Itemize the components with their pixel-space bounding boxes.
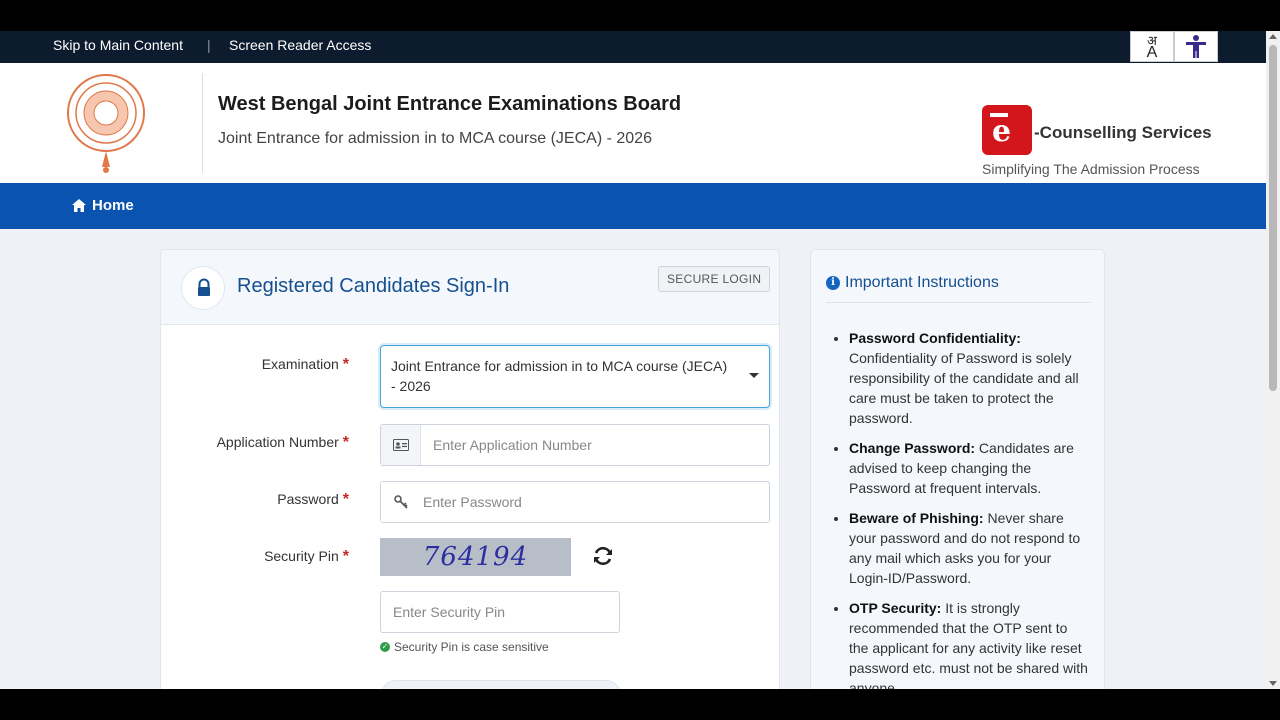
- security-pin-label: Security Pin *: [264, 548, 349, 565]
- page-scrollbar[interactable]: [1266, 31, 1280, 689]
- required-mark: *: [342, 491, 349, 508]
- refresh-captcha-button[interactable]: [589, 542, 617, 570]
- utility-separator: |: [207, 37, 211, 53]
- submit-button[interactable]: [381, 680, 621, 689]
- scroll-up-icon[interactable]: [1269, 34, 1277, 39]
- instruction-item: Password Confidentiality: Confidentialit…: [849, 328, 1089, 428]
- refresh-icon: [594, 546, 612, 566]
- svg-text:e: e: [992, 114, 1011, 149]
- application-number-group: [380, 424, 770, 466]
- password-group: [380, 481, 770, 523]
- header-divider: [202, 73, 203, 173]
- info-icon: i: [826, 276, 840, 290]
- skip-to-main-link[interactable]: Skip to Main Content: [53, 37, 183, 53]
- org-subtitle: Joint Entrance for admission in to MCA c…: [218, 130, 652, 147]
- org-title: West Bengal Joint Entrance Examinations …: [218, 93, 682, 115]
- key-icon: [394, 495, 408, 509]
- signin-title: Registered Candidates Sign-In: [237, 275, 510, 297]
- nav-home-link[interactable]: Home: [72, 197, 134, 214]
- required-mark: *: [342, 434, 349, 451]
- password-label: Password *: [277, 491, 349, 508]
- instructions-list: Password Confidentiality: Confidentialit…: [849, 328, 1089, 689]
- accessibility-button[interactable]: [1174, 31, 1218, 62]
- security-pin-input[interactable]: [380, 591, 620, 633]
- required-mark: *: [342, 548, 349, 565]
- caret-down-icon: [749, 373, 759, 378]
- e-counselling-tagline: Simplifying The Admission Process: [982, 161, 1200, 177]
- main-nav: Home: [0, 183, 1266, 229]
- pin-hint-text: Security Pin is case sensitive: [394, 640, 549, 654]
- scroll-down-icon[interactable]: [1269, 681, 1277, 686]
- application-number-input[interactable]: [421, 425, 769, 465]
- check-circle-icon: ✓: [380, 642, 390, 652]
- nav-home-label: Home: [92, 197, 134, 214]
- lock-badge: [181, 266, 225, 310]
- instructions-header: i Important Instructions: [826, 274, 1091, 303]
- id-card-icon: [392, 439, 409, 451]
- instruction-item: Change Password: Candidates are advised …: [849, 438, 1089, 498]
- instructions-title: Important Instructions: [845, 274, 999, 291]
- utility-bar: Skip to Main Content | Screen Reader Acc…: [0, 31, 1266, 63]
- password-input[interactable]: [421, 482, 769, 522]
- browser-viewport: Skip to Main Content | Screen Reader Acc…: [0, 31, 1280, 689]
- wbjeeb-logo: [67, 74, 145, 173]
- examination-selected-value: Joint Entrance for admission in to MCA c…: [391, 358, 728, 394]
- scroll-thumb[interactable]: [1269, 45, 1277, 391]
- accessibility-icon: [1186, 35, 1206, 58]
- home-icon: [72, 199, 86, 212]
- e-counselling-title: -Counselling Services: [1034, 123, 1212, 142]
- application-number-label: Application Number *: [216, 434, 349, 451]
- language-toggle-button[interactable]: अ A: [1130, 31, 1174, 62]
- bottom-frame: [0, 689, 1280, 720]
- e-counselling-logo: e: [982, 105, 1032, 155]
- examination-label: Examination *: [261, 356, 349, 373]
- signin-card-header: Registered Candidates Sign-In SECURE LOG…: [161, 250, 779, 325]
- pin-hint: ✓ Security Pin is case sensitive: [380, 640, 549, 654]
- captcha-image: 764194: [380, 538, 571, 576]
- password-addon: [381, 482, 421, 522]
- language-icon: अ A: [1146, 33, 1158, 61]
- instructions-panel: i Important Instructions Password Confid…: [810, 249, 1105, 689]
- signin-card: Registered Candidates Sign-In SECURE LOG…: [160, 249, 780, 689]
- instruction-item: OTP Security: It is strongly recommended…: [849, 598, 1089, 689]
- application-addon: [381, 425, 421, 465]
- site-header: West Bengal Joint Entrance Examinations …: [0, 63, 1266, 183]
- secure-login-badge: SECURE LOGIN: [658, 266, 771, 292]
- lock-icon: [198, 278, 210, 296]
- screen-reader-link[interactable]: Screen Reader Access: [229, 37, 371, 53]
- examination-select[interactable]: Joint Entrance for admission in to MCA c…: [380, 345, 770, 408]
- required-mark: *: [342, 356, 349, 373]
- instruction-item: Beware of Phishing: Never share your pas…: [849, 508, 1089, 588]
